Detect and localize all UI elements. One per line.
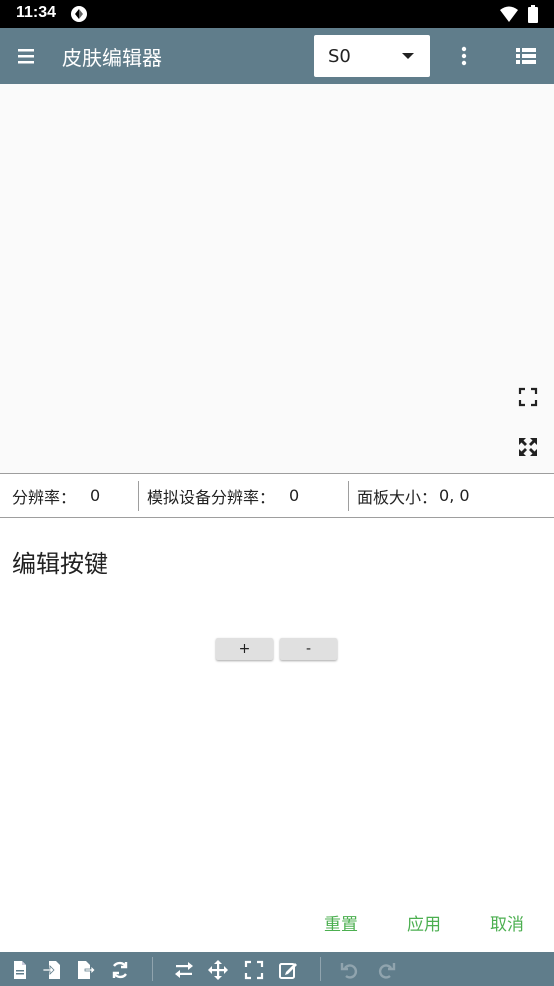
add-key-button[interactable]: +: [216, 638, 273, 660]
list-icon[interactable]: [514, 45, 538, 67]
import-icon[interactable]: [42, 960, 62, 980]
export-icon[interactable]: [76, 960, 96, 980]
expand-icon[interactable]: [518, 437, 538, 457]
redo-icon[interactable]: [376, 960, 396, 980]
status-icons: [500, 5, 538, 27]
app-bar: 皮肤编辑器 S0: [0, 28, 554, 84]
sim-resolution-label: 模拟设备分辨率：: [147, 487, 276, 507]
battery-icon: [528, 5, 538, 27]
refresh-icon[interactable]: [110, 960, 130, 980]
resolution-value: 0: [90, 486, 101, 505]
cancel-button[interactable]: 取消: [490, 910, 524, 935]
more-vertical-icon[interactable]: [452, 44, 476, 68]
edit-icon[interactable]: [278, 960, 298, 980]
menu-icon[interactable]: [16, 45, 38, 67]
sync-icon: [70, 5, 88, 27]
wifi-icon: [500, 6, 518, 26]
status-bar: 11:34: [0, 0, 554, 28]
undo-icon[interactable]: [340, 960, 360, 980]
skin-preview-area[interactable]: [0, 84, 554, 474]
panel-size-label: 面板大小：: [357, 487, 438, 507]
toolbar-divider: [320, 957, 321, 981]
swap-icon[interactable]: [174, 960, 194, 980]
panel-size-value: 0, 0: [439, 486, 470, 505]
status-time: 11:34: [16, 4, 57, 21]
fullscreen-icon[interactable]: [244, 960, 264, 980]
bottom-toolbar: [0, 952, 554, 986]
reset-button[interactable]: 重置: [324, 910, 358, 935]
skin-select[interactable]: S0: [314, 35, 430, 77]
edit-keys-title: 编辑按键: [12, 550, 108, 578]
fit-screen-icon[interactable]: [518, 387, 538, 407]
apply-button[interactable]: 应用: [407, 910, 441, 935]
caret-down-icon: [402, 53, 414, 59]
remove-key-button[interactable]: -: [280, 638, 337, 660]
toolbar-divider: [152, 957, 153, 981]
move-icon[interactable]: [208, 960, 228, 980]
file-icon[interactable]: [10, 960, 30, 980]
info-bar: 分辨率： 0 模拟设备分辨率： 0 面板大小： 0, 0: [0, 474, 554, 518]
sim-resolution-info: 模拟设备分辨率： 0: [139, 481, 348, 511]
sim-resolution-value: 0: [289, 486, 300, 505]
skin-select-value: S0: [328, 45, 351, 67]
resolution-label: 分辨率：: [12, 487, 77, 507]
resolution-info: 分辨率： 0: [0, 481, 138, 511]
panel-size-info: 面板大小： 0, 0: [349, 481, 470, 511]
page-title: 皮肤编辑器: [62, 46, 162, 70]
